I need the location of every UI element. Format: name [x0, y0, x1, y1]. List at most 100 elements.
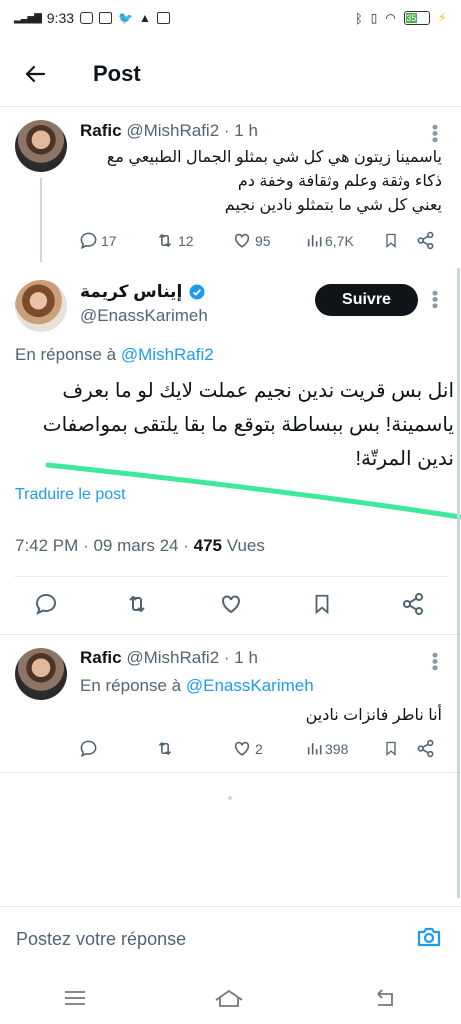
follow-button[interactable]: Suivre	[315, 284, 418, 316]
views-button[interactable]: 6,7K	[306, 231, 354, 250]
author-handle[interactable]: @EnassKarimeh	[80, 306, 208, 326]
bookmark-button[interactable]	[383, 231, 399, 250]
reply-count: 17	[101, 232, 117, 249]
main-divider	[0, 634, 461, 635]
repost-button[interactable]: 12	[155, 231, 194, 250]
header-divider	[0, 106, 461, 107]
bookmark-icon	[315, 594, 329, 615]
reply-context: En réponse à @MishRafi2	[15, 345, 214, 365]
tweet-age: · 1 h	[223, 121, 258, 140]
views-label: Vues	[226, 536, 265, 555]
tweet-line: ياسمينة! بس ببساطة بتوقع ما بقا يلتقى بم…	[42, 414, 454, 436]
tweet-author-line: Rafic @MishRafi2 · 1 h	[80, 121, 258, 141]
instagram-icon	[80, 12, 94, 24]
battery-icon: 35	[403, 11, 430, 25]
share-button[interactable]	[416, 739, 435, 758]
reply-button[interactable]	[79, 739, 98, 758]
tweet-meta: 7:42 PM · 09 mars 24 · 475 Vues	[15, 536, 265, 556]
repost-button[interactable]	[124, 592, 150, 616]
repost-icon	[158, 233, 172, 248]
views-icon	[307, 235, 322, 247]
back-arrow-icon	[25, 65, 46, 83]
avatar[interactable]	[15, 648, 67, 700]
more-icon[interactable]: •••	[425, 290, 445, 309]
tweet-text: ياسمينا زيتون هي كل شي بمثلو الجمال الطب…	[60, 146, 442, 218]
bookmark-icon	[386, 233, 396, 248]
views-count: 6,7K	[325, 232, 354, 249]
reply-to-link[interactable]: @EnassKarimeh	[186, 676, 314, 695]
bookmark-button[interactable]	[383, 739, 399, 758]
scrollbar[interactable]	[457, 268, 460, 898]
reply-button[interactable]: 17	[79, 231, 117, 250]
bookmark-icon	[386, 741, 396, 756]
home-icon[interactable]	[214, 988, 244, 1008]
share-button[interactable]	[401, 592, 425, 616]
tweet-time: 7:42 PM	[15, 536, 79, 555]
bluetooth-icon: ᛒ	[354, 10, 363, 26]
heart-icon	[234, 741, 250, 756]
page-title: Post	[93, 61, 141, 86]
tweet-line: يعني كل شي ما بتمثلو نادين نجيم	[224, 197, 442, 214]
share-icon	[417, 231, 434, 250]
heart-icon	[222, 595, 240, 614]
views-count: 398	[325, 740, 349, 757]
reply-to-link[interactable]: @MishRafi2	[121, 345, 214, 364]
back-button[interactable]	[15, 54, 55, 94]
loading-dot	[228, 796, 232, 800]
camera-icon	[417, 927, 441, 947]
repost-count: 12	[178, 232, 194, 249]
share-button[interactable]	[416, 231, 435, 250]
verified-badge-icon	[189, 284, 205, 300]
author-name[interactable]: Rafic	[80, 648, 122, 667]
reply-context: En réponse à @EnassKarimeh	[80, 676, 314, 696]
tweet-divider	[0, 772, 461, 773]
wifi-icon: ◠	[385, 11, 396, 25]
back-nav-icon[interactable]	[373, 988, 397, 1008]
gallery-icon	[156, 12, 170, 24]
bookmark-button[interactable]	[311, 592, 333, 616]
author-name[interactable]: إيناس كريمة	[80, 282, 182, 302]
author-name[interactable]: Rafic	[80, 121, 122, 140]
like-button[interactable]	[218, 592, 244, 616]
like-button[interactable]: 2	[232, 739, 263, 758]
status-bar: ▂▃▅▇ 9:33 🐦 ▲ ᛒ ▯ ◠ 35 ⚡	[0, 0, 461, 36]
tweet-line: ذكاء وثقة وعلم وثقافة وخفة دم	[237, 173, 442, 190]
views-count: 475	[193, 536, 223, 555]
views-button[interactable]: 398	[306, 739, 348, 758]
meta-separator: ·	[83, 536, 89, 555]
twitter-icon: 🐦	[118, 11, 133, 25]
repost-icon	[129, 595, 145, 613]
thread-line	[40, 178, 42, 262]
more-icon[interactable]: •••	[425, 124, 445, 143]
avatar[interactable]	[15, 280, 67, 332]
tweet-text: أنا ناطر فانزات نادين	[305, 707, 442, 724]
notification-icon	[99, 12, 113, 24]
battery-level: 35	[405, 13, 417, 23]
like-count: 2	[255, 740, 263, 757]
author-handle[interactable]: @MishRafi2	[126, 648, 219, 667]
reply-input[interactable]: Postez votre réponse	[16, 929, 186, 950]
tweet-age: · 1 h	[223, 648, 258, 667]
reply-icon	[80, 740, 97, 758]
system-nav-bar	[0, 972, 461, 1024]
meta-divider	[15, 576, 447, 577]
author-handle[interactable]: @MishRafi2	[126, 121, 219, 140]
main-author-line: إيناس كريمة	[80, 282, 206, 302]
like-button[interactable]: 95	[232, 231, 271, 250]
camera-button[interactable]	[416, 925, 442, 954]
reply-prefix: En réponse à	[80, 676, 182, 695]
tweet-line: ياسمينا زيتون هي كل شي بمثلو الجمال الطب…	[106, 149, 442, 166]
tweet-line: انل بس قريت ندين نجيم عملت لايك لو ما بع…	[62, 380, 454, 402]
reply-composer[interactable]: Postez votre réponse	[0, 906, 461, 972]
tweet-date: 09 mars 24	[93, 536, 179, 555]
status-time: 9:33	[46, 10, 75, 26]
more-icon[interactable]: •••	[425, 652, 445, 671]
reply-icon	[80, 232, 97, 250]
tweet-author-line: Rafic @MishRafi2 · 1 h	[80, 648, 258, 668]
translate-link[interactable]: Traduire le post	[15, 486, 126, 504]
like-count: 95	[255, 232, 271, 249]
reply-button[interactable]	[34, 592, 58, 616]
menu-icon[interactable]	[64, 989, 86, 1007]
share-icon	[403, 593, 423, 615]
repost-button[interactable]	[155, 739, 175, 758]
